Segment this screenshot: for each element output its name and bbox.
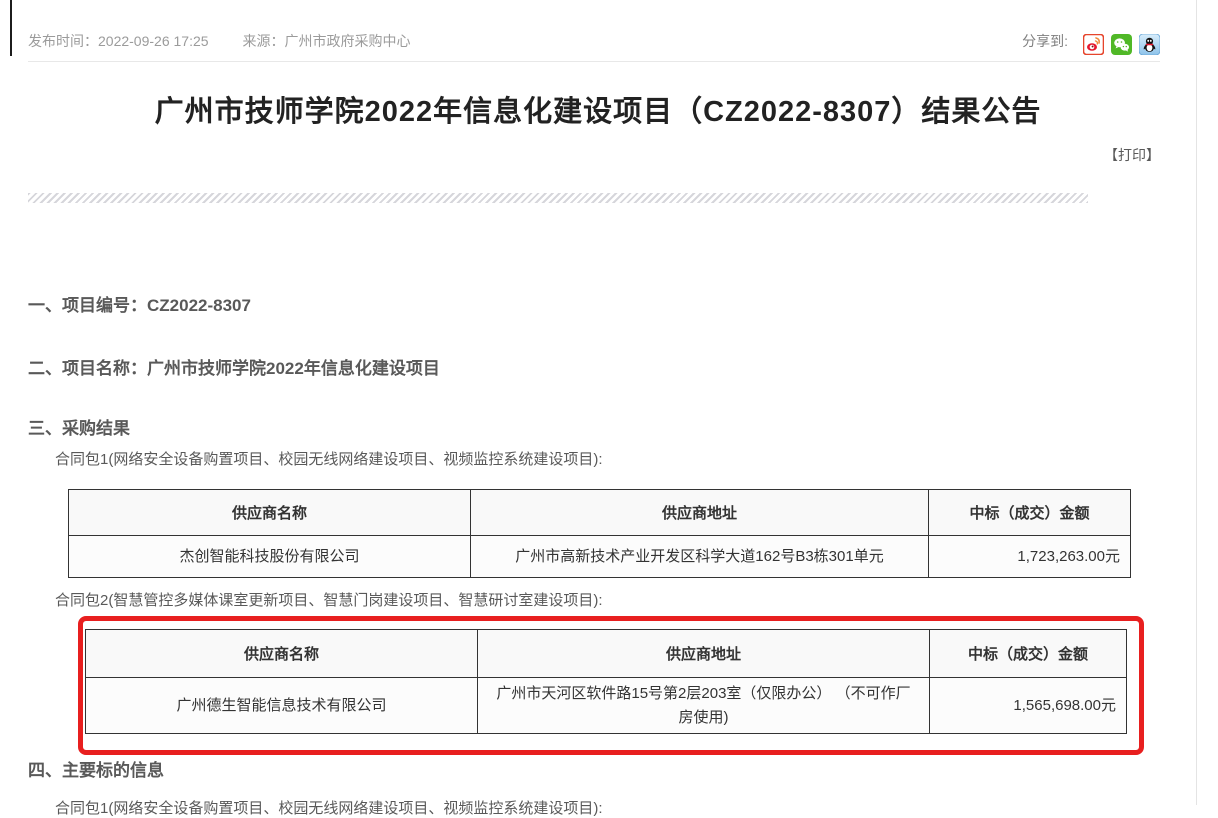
section-main-bid-info: 四、主要标的信息 — [28, 756, 164, 781]
award-amount-cell: 1,565,698.00元 — [930, 678, 1127, 734]
column-header-award-amount: 中标（成交）金额 — [930, 630, 1127, 678]
supplier-address-cell: 广州市天河区软件路15号第2层203室（仅限办公） （不可作厂房使用) — [478, 678, 930, 734]
left-edge-mark — [10, 0, 12, 56]
weibo-icon[interactable] — [1083, 34, 1104, 55]
supplier-address-cell: 广州市高新技术产业开发区科学大道162号B3栋301单元 — [471, 536, 929, 578]
package2-table: 供应商名称 供应商地址 中标（成交）金额 广州德生智能信息技术有限公司 广州市天… — [85, 629, 1127, 734]
package1-caption-partial: 合同包1(网络安全设备购置项目、校园无线网络建设项目、视频监控系统建设项目): — [55, 797, 603, 818]
section-project-number: 一、项目编号：CZ2022-8307 — [28, 291, 251, 316]
column-header-supplier-name: 供应商名称 — [86, 630, 478, 678]
source-label: 来源： — [243, 31, 285, 51]
hatched-divider — [28, 193, 1088, 203]
share-icon-group — [1076, 34, 1160, 55]
share-label: 分享到: — [1022, 31, 1068, 51]
column-header-supplier-address: 供应商地址 — [478, 630, 930, 678]
package1-caption: 合同包1(网络安全设备购置项目、校园无线网络建设项目、视频监控系统建设项目): — [55, 448, 603, 469]
wechat-icon[interactable] — [1111, 34, 1132, 55]
award-amount-cell: 1,723,263.00元 — [929, 536, 1131, 578]
meta-divider — [28, 61, 1160, 62]
package1-table: 供应商名称 供应商地址 中标（成交）金额 杰创智能科技股份有限公司 广州市高新技… — [68, 489, 1131, 578]
package2-caption: 合同包2(智慧管控多媒体课室更新项目、智慧门岗建设项目、智慧研讨室建设项目): — [55, 589, 603, 610]
table-header-row: 供应商名称 供应商地址 中标（成交）金额 — [69, 490, 1131, 536]
publish-time-label: 发布时间： — [28, 31, 98, 51]
print-button[interactable]: 【打印】 — [1104, 145, 1160, 165]
announcement-page: 发布时间： 2022-09-26 17:25 来源： 广州市政府采购中心 分享到… — [0, 0, 1197, 805]
share-bar: 分享到: — [1022, 26, 1160, 55]
source-value: 广州市政府采购中心 — [285, 31, 411, 51]
meta-bar: 发布时间： 2022-09-26 17:25 来源： 广州市政府采购中心 分享到… — [28, 26, 1160, 55]
publish-time-value: 2022-09-26 17:25 — [98, 33, 209, 49]
page-title: 广州市技师学院2022年信息化建设项目（CZ2022-8307）结果公告 — [0, 88, 1196, 130]
supplier-name-cell: 杰创智能科技股份有限公司 — [69, 536, 471, 578]
column-header-supplier-name: 供应商名称 — [69, 490, 471, 536]
section-procurement-result: 三、采购结果 — [28, 414, 130, 439]
section-project-name: 二、项目名称：广州市技师学院2022年信息化建设项目 — [28, 354, 440, 379]
supplier-name-cell: 广州德生智能信息技术有限公司 — [86, 678, 478, 734]
table-header-row: 供应商名称 供应商地址 中标（成交）金额 — [86, 630, 1127, 678]
table-row: 广州德生智能信息技术有限公司 广州市天河区软件路15号第2层203室（仅限办公）… — [86, 678, 1127, 734]
qq-icon[interactable] — [1139, 34, 1160, 55]
column-header-supplier-address: 供应商地址 — [471, 490, 929, 536]
column-header-award-amount: 中标（成交）金额 — [929, 490, 1131, 536]
table-row: 杰创智能科技股份有限公司 广州市高新技术产业开发区科学大道162号B3栋301单… — [69, 536, 1131, 578]
